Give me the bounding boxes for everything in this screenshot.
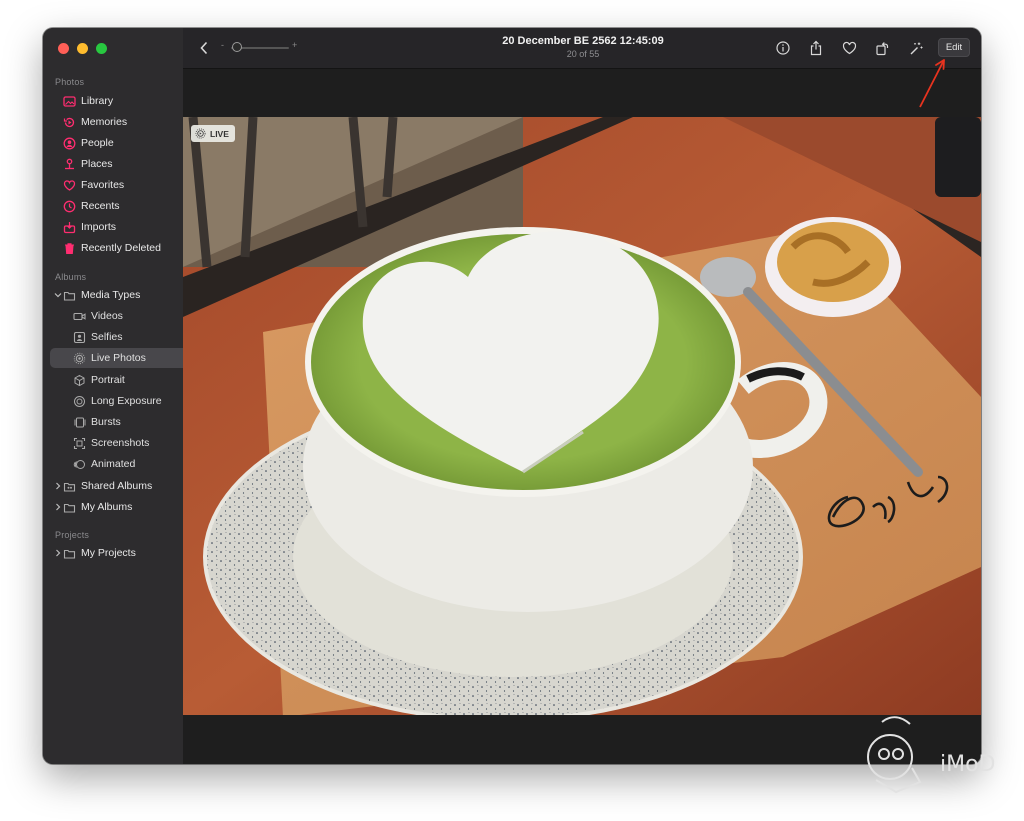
zoom-in-label: + bbox=[292, 40, 298, 50]
photos-window: Photos Library Memories People Places Fa… bbox=[43, 28, 981, 764]
zoom-thumb[interactable] bbox=[232, 42, 242, 52]
sidebar-item-library[interactable]: Library bbox=[50, 91, 189, 111]
video-icon bbox=[73, 310, 86, 323]
screenshot-icon bbox=[73, 437, 86, 450]
sidebar-item-imports[interactable]: Imports bbox=[50, 217, 189, 237]
back-button[interactable] bbox=[195, 39, 213, 57]
sidebar-item-animated[interactable]: Animated bbox=[50, 454, 199, 474]
favorite-button[interactable] bbox=[840, 39, 858, 57]
folder-icon bbox=[63, 289, 76, 302]
sidebar-item-label: Portrait bbox=[91, 374, 125, 386]
zoom-slider[interactable]: - + bbox=[221, 40, 301, 54]
sidebar-item-people[interactable]: People bbox=[50, 133, 189, 153]
sidebar-item-videos[interactable]: Videos bbox=[50, 306, 199, 326]
sidebar-item-places[interactable]: Places bbox=[50, 154, 189, 174]
sidebar-item-my-projects[interactable]: My Projects bbox=[50, 543, 189, 563]
sidebar-item-label: My Projects bbox=[81, 547, 136, 559]
imports-icon bbox=[63, 221, 76, 234]
long-exposure-icon bbox=[73, 395, 86, 408]
people-icon bbox=[63, 137, 76, 150]
sidebar-item-my-albums[interactable]: My Albums bbox=[50, 497, 189, 517]
info-icon bbox=[776, 41, 790, 55]
sidebar-item-label: Recents bbox=[81, 200, 120, 212]
minimize-window-button[interactable] bbox=[77, 43, 88, 54]
section-title-photos: Photos bbox=[55, 77, 85, 87]
chevron-down-icon[interactable] bbox=[54, 291, 62, 299]
share-button[interactable] bbox=[807, 39, 825, 57]
sidebar-item-label: Media Types bbox=[81, 289, 141, 301]
sidebar-item-label: Bursts bbox=[91, 416, 121, 428]
clock-icon bbox=[63, 200, 76, 213]
sidebar-item-label: Selfies bbox=[91, 331, 123, 343]
live-photo-icon bbox=[195, 128, 206, 139]
live-badge[interactable]: LIVE bbox=[191, 125, 235, 142]
trash-icon bbox=[63, 242, 76, 255]
sidebar-item-long-exposure[interactable]: Long Exposure bbox=[50, 391, 199, 411]
sidebar-item-live-photos[interactable]: Live Photos bbox=[50, 348, 199, 368]
chevron-left-icon bbox=[200, 41, 208, 55]
chevron-right-icon[interactable] bbox=[54, 549, 62, 557]
sidebar-item-selfies[interactable]: Selfies bbox=[50, 327, 199, 347]
sidebar-item-label: Imports bbox=[81, 221, 117, 233]
folder-icon bbox=[63, 501, 76, 514]
rotate-button[interactable] bbox=[873, 39, 891, 57]
sidebar-item-portrait[interactable]: Portrait bbox=[50, 370, 199, 390]
library-icon bbox=[63, 95, 76, 108]
chevron-right-icon[interactable] bbox=[54, 503, 62, 511]
photo-viewer: - + 20 December BE 2562 12:45:09 20 of 5… bbox=[183, 28, 981, 764]
places-icon bbox=[63, 158, 76, 171]
sidebar: Photos Library Memories People Places Fa… bbox=[43, 28, 199, 764]
sidebar-item-label: Recently Deleted bbox=[81, 242, 161, 254]
heart-icon bbox=[63, 179, 76, 192]
shared-folder-icon bbox=[63, 480, 76, 493]
sidebar-item-label: Live Photos bbox=[91, 352, 146, 364]
sidebar-item-label: Animated bbox=[91, 458, 136, 470]
chevron-right-icon[interactable] bbox=[54, 482, 62, 490]
bursts-icon bbox=[73, 416, 86, 429]
cube-icon bbox=[73, 374, 86, 387]
live-photo-image[interactable] bbox=[183, 117, 981, 715]
animated-icon bbox=[73, 458, 86, 471]
heart-icon bbox=[842, 41, 856, 55]
sidebar-item-label: Memories bbox=[81, 116, 128, 128]
sidebar-item-label: My Albums bbox=[81, 501, 133, 513]
live-photo-icon bbox=[73, 352, 86, 365]
selfie-icon bbox=[73, 331, 86, 344]
photo-position-subtitle: 20 of 55 bbox=[566, 49, 600, 59]
memories-icon bbox=[63, 116, 76, 129]
watermark-logo-icon bbox=[867, 716, 922, 794]
live-badge-label: LIVE bbox=[210, 128, 229, 139]
zoom-out-label: - bbox=[221, 40, 224, 50]
rotate-icon bbox=[875, 41, 888, 55]
watermark-text: iMoD bbox=[940, 752, 996, 777]
section-title-projects: Projects bbox=[55, 530, 90, 540]
photo-date-title: 20 December BE 2562 12:45:09 bbox=[502, 35, 664, 47]
sidebar-item-favorites[interactable]: Favorites bbox=[50, 175, 189, 195]
close-window-button[interactable] bbox=[58, 43, 69, 54]
section-title-albums: Albums bbox=[55, 272, 87, 282]
sidebar-item-label: Shared Albums bbox=[81, 480, 153, 492]
sidebar-item-shared-albums[interactable]: Shared Albums bbox=[50, 476, 189, 496]
sidebar-item-label: Videos bbox=[91, 310, 123, 322]
toolbar: - + 20 December BE 2562 12:45:09 20 of 5… bbox=[183, 28, 981, 69]
sidebar-item-label: People bbox=[81, 137, 114, 149]
sidebar-item-screenshots[interactable]: Screenshots bbox=[50, 433, 199, 453]
sidebar-item-bursts[interactable]: Bursts bbox=[50, 412, 199, 432]
window-controls bbox=[58, 43, 107, 54]
share-icon bbox=[810, 40, 822, 56]
watermark: iMoD bbox=[862, 712, 1012, 802]
sidebar-item-label: Favorites bbox=[81, 179, 125, 191]
sidebar-item-media-types[interactable]: Media Types bbox=[50, 285, 189, 305]
zoom-window-button[interactable] bbox=[96, 43, 107, 54]
sidebar-item-label: Long Exposure bbox=[91, 395, 162, 407]
sidebar-item-label: Screenshots bbox=[91, 437, 150, 449]
sidebar-item-label: Library bbox=[81, 95, 114, 107]
folder-icon bbox=[63, 547, 76, 560]
sidebar-item-label: Places bbox=[81, 158, 113, 170]
annotation-arrow bbox=[919, 59, 945, 108]
sidebar-item-recents[interactable]: Recents bbox=[50, 196, 189, 216]
sidebar-item-recently-deleted[interactable]: Recently Deleted bbox=[50, 238, 189, 258]
sidebar-item-memories[interactable]: Memories bbox=[50, 112, 189, 132]
info-button[interactable] bbox=[774, 39, 792, 57]
